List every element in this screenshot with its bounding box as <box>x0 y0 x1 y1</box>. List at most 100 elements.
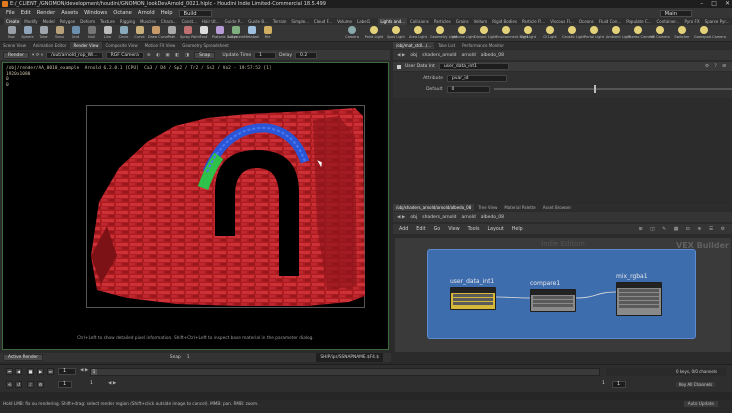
network-menu-go[interactable]: Go <box>434 227 441 232</box>
shelf-tab[interactable]: Pyro FX <box>682 18 701 25</box>
shelf-tab[interactable]: Hair Ut... <box>200 18 222 25</box>
maximize-button[interactable]: □ <box>711 0 717 8</box>
network-menu-help[interactable]: Help <box>512 227 523 232</box>
global-anim-options[interactable]: ⚙ <box>37 381 44 388</box>
param-tools-icons[interactable]: ⚙ ? ⊞ <box>705 64 728 69</box>
shelf-tool-environment-light[interactable]: Environment Light <box>496 26 528 39</box>
shelf-tab[interactable]: Oceans <box>577 18 596 25</box>
menu-assets[interactable]: Assets <box>61 10 78 16</box>
pane-tab[interactable]: Composite View <box>103 42 141 49</box>
network-tab[interactable]: Asset Browser <box>540 204 574 211</box>
shelf-tool-sphere[interactable]: Sphere <box>20 26 35 39</box>
shelf-tool-spot-light[interactable]: Spot Light <box>386 26 406 39</box>
tab-performance-monitor[interactable]: Performance Monitor <box>459 42 507 49</box>
shelf-tab[interactable]: Simple... <box>289 18 310 25</box>
shelf-tab[interactable]: Rigging <box>118 18 137 25</box>
pane-tab[interactable]: Scene View <box>0 42 29 49</box>
default-slider[interactable] <box>494 85 732 93</box>
shelf-tool-vr-camera[interactable]: VR Camera <box>650 26 670 39</box>
realtime-toggle[interactable]: ⟲ <box>6 381 13 388</box>
shelf-tab[interactable]: Const... <box>180 18 199 25</box>
shelf-tool-switcher[interactable]: Switcher <box>672 26 692 39</box>
net-path-obj[interactable]: obj <box>410 215 417 220</box>
shelf-tab[interactable]: Fluid Con... <box>597 18 623 25</box>
menu-windows[interactable]: Windows <box>84 10 107 16</box>
render-viewport[interactable]: /obj/render/AA_0010_example Arnold 6.2.0… <box>2 62 389 350</box>
network-menu-tools[interactable]: Tools <box>468 227 480 232</box>
menu-file[interactable]: File <box>6 10 15 16</box>
shelf-tab[interactable]: Muscles <box>138 18 158 25</box>
network-tab[interactable]: /obj/shaders_arnold/arnold/albedo_08 <box>393 204 475 211</box>
range-arrow-icon[interactable]: ◀ ▶ <box>108 381 116 386</box>
path-albedo[interactable]: albedo_08 <box>481 53 504 58</box>
shelf-tab[interactable]: Particle Fl... <box>520 18 547 25</box>
shelf-tool-gi-light[interactable]: GI Light <box>540 26 560 39</box>
net-path-albedo[interactable]: albedo_08 <box>481 215 504 220</box>
shelf-tool-torus[interactable]: Torus <box>52 26 67 39</box>
net-path-arnold[interactable]: arnold <box>462 215 476 220</box>
render-button[interactable]: Render <box>3 51 30 59</box>
step-icons[interactable]: ◀ ▶ <box>80 368 88 373</box>
snap-value[interactable]: 1 <box>187 353 190 362</box>
shelf-tool-stereo-camera[interactable]: Stereo Camera <box>628 26 654 39</box>
pane-tab[interactable]: Render View <box>70 42 102 49</box>
shelf-tool-platonic-solids[interactable]: Platonic Solids <box>212 26 237 39</box>
shelf-tab[interactable]: Particles <box>432 18 453 25</box>
path-arnold[interactable]: arnold <box>462 53 476 58</box>
view-tools-icons[interactable]: ⊕ ◐ ▣ ◧ ◨ <box>147 53 191 58</box>
shelf-tab[interactable]: Rigid Bodies <box>490 18 519 25</box>
menu-arnold[interactable]: Arnold <box>138 10 155 16</box>
menu-render[interactable]: Render <box>37 10 55 16</box>
network-menu-add[interactable]: Add <box>399 227 408 232</box>
net-path-shaders[interactable]: shaders_arnold <box>422 215 456 220</box>
delay-field[interactable]: 0.2 <box>295 51 318 59</box>
desktop-selector[interactable]: Build <box>178 9 212 17</box>
shelf-tool-geometry-light[interactable]: Geometry Light <box>430 26 457 39</box>
network-menu-layout[interactable]: Layout <box>487 227 503 232</box>
tab-params-path[interactable]: /obj/mat_stdl.../... <box>393 42 434 49</box>
loop-toggle[interactable]: ↺ <box>15 381 22 388</box>
network-tab[interactable]: Material Palette <box>501 204 538 211</box>
shelf-tool-grid[interactable]: Grid <box>68 26 83 39</box>
close-button[interactable]: ✕ <box>725 0 730 8</box>
snapshot-path[interactable]: SHIP/ipr/SSNAPNAME.$F4.$ <box>316 353 384 362</box>
network-editor[interactable]: Indie Edition VEX Builder user_data_int1… <box>395 238 731 352</box>
end-frame-label[interactable]: 1 <box>602 381 605 386</box>
camera-selector[interactable]: RGF Camera <box>105 51 144 59</box>
shelf-tab[interactable]: Guide P... <box>223 18 246 25</box>
step-back-button[interactable]: ◀ <box>15 368 22 375</box>
timeline-track[interactable]: 1 <box>90 368 600 376</box>
shelf-tab[interactable]: Lights and... <box>378 18 407 25</box>
range-start-field[interactable]: 1 <box>58 381 72 388</box>
current-frame-field[interactable]: 1 <box>58 368 76 375</box>
snap-button[interactable]: Snap <box>194 51 216 59</box>
range-end-field[interactable]: 1 <box>612 381 626 388</box>
shelf-tab[interactable]: Volume <box>335 18 354 25</box>
shelf-tab[interactable]: Texture <box>98 18 117 25</box>
attribute-field[interactable]: pvar_id <box>447 74 507 82</box>
shelf-tab[interactable]: Collisions <box>408 18 431 25</box>
menu-help[interactable]: Help <box>161 10 173 16</box>
network-menu-edit[interactable]: Edit <box>416 227 425 232</box>
network-box[interactable]: user_data_int1 compare1 mix_rgba1 <box>427 249 696 339</box>
shelf-tool-curve[interactable]: Curve <box>132 26 147 39</box>
nav-arrows-icon[interactable]: ◀ ▶ <box>397 53 405 58</box>
shelf-tool-path[interactable]: Path <box>164 26 179 39</box>
shelf-tool-circle[interactable]: Circle <box>116 26 131 39</box>
shelf-tool-line[interactable]: Line <box>100 26 115 39</box>
shelf-tool-point-light[interactable]: Point Light <box>364 26 384 39</box>
net-nav-arrows-icon[interactable]: ◀ ▶ <box>397 215 405 220</box>
shelf-tool-null[interactable]: Null <box>84 26 99 39</box>
slider-handle[interactable] <box>594 85 597 93</box>
shelf-tool-draw-curve[interactable]: Draw Curve <box>148 26 169 39</box>
shelf-tab[interactable]: Container... <box>654 18 681 25</box>
rop-selector[interactable]: /out/arnold_rop_Wi... <box>46 51 103 59</box>
network-tool-icons[interactable]: ⊞ ◫ ✎ ▦ ⊡ ⊕ ☰ ⚙ <box>639 227 728 232</box>
update-time-field[interactable]: 1 <box>254 51 277 59</box>
shelf-tool-volume-light[interactable]: Volume Light <box>452 26 475 39</box>
render-options-icon[interactable]: ▾ ⟳ ⏸ <box>32 52 43 58</box>
start-frame-label[interactable]: 1 <box>90 381 93 386</box>
shelf-tab[interactable]: Sparse Pyr... <box>703 18 732 25</box>
menu-edit[interactable]: Edit <box>21 10 31 16</box>
shelf-tool-tube[interactable]: Tube <box>36 26 51 39</box>
